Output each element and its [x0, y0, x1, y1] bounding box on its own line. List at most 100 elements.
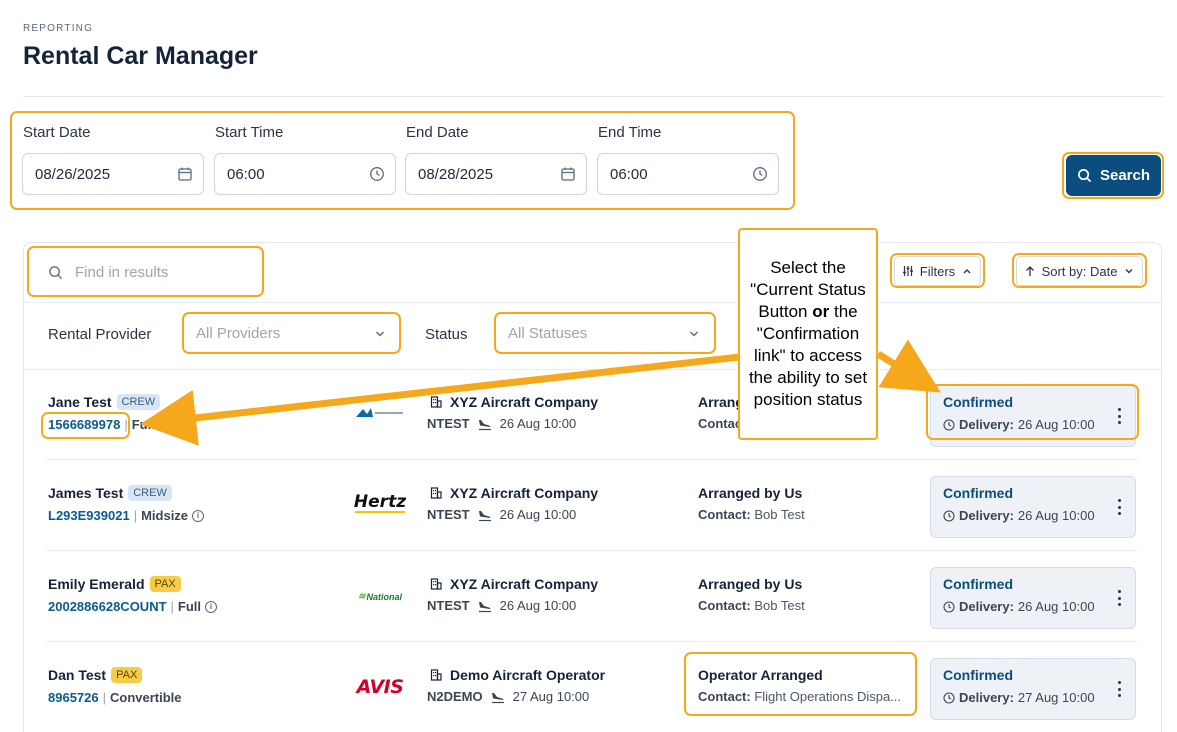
search-button[interactable]: Search — [1066, 155, 1161, 196]
calendar-icon[interactable] — [560, 166, 576, 182]
arranged-by: Arranged by Us — [698, 576, 803, 592]
tail-number: NTEST — [427, 598, 470, 613]
info-icon[interactable]: i — [192, 509, 205, 522]
status-select-value: All Statuses — [508, 325, 588, 342]
provider-select-value: All Providers — [196, 325, 281, 342]
row-divider — [47, 459, 1137, 460]
callout-text: Select the "Current Status Button or the… — [746, 257, 870, 411]
passenger-name: Dan Test PAX — [48, 667, 143, 683]
contact-info: Contact: Bob Test — [698, 598, 805, 613]
passenger-name-text: Jane Test — [48, 394, 112, 410]
reservation-details: 8965726 | Convertible — [48, 690, 182, 705]
role-badge: CREW — [128, 485, 172, 501]
delivery-info: Delivery: 26 Aug 10:00 — [943, 417, 1095, 432]
more-options-icon[interactable] — [1117, 408, 1121, 424]
confirmation-link[interactable]: 1566689978 — [48, 417, 120, 432]
rental-provider-label: Rental Provider — [48, 326, 152, 343]
contact-name: Flight Operations Dispa... — [754, 689, 902, 704]
delivery-label: Delivery: — [959, 508, 1014, 523]
more-options-icon[interactable] — [1117, 681, 1121, 697]
end-date-input[interactable]: 08/28/2025 — [405, 153, 587, 195]
more-options-icon[interactable] — [1117, 590, 1121, 606]
page-eyebrow: REPORTING — [23, 23, 94, 34]
delivery-time: 27 Aug 10:00 — [1017, 690, 1095, 705]
start-time-label: Start Time — [215, 124, 284, 141]
role-badge: CREW — [116, 394, 161, 410]
search-icon — [1078, 169, 1092, 183]
arranged-by: Arranged by Us — [698, 485, 803, 501]
end-time-input[interactable]: 06:00 — [597, 153, 779, 195]
rental-provider-logo: ≋ National — [355, 591, 405, 602]
car-class: Convertible — [110, 690, 182, 705]
flight-time: 26 Aug 10:00 — [499, 416, 577, 431]
confirmation-link[interactable]: 2002886628COUNT — [48, 599, 167, 614]
confirmation-link[interactable]: 8965726 — [48, 690, 99, 705]
passenger-name-text: Dan Test — [48, 667, 107, 683]
building-icon — [430, 396, 442, 408]
rental-provider-logo: AVIS — [356, 676, 404, 698]
current-status-button[interactable]: Confirmed Delivery: 27 Aug 10:00 — [930, 658, 1136, 720]
more-options-icon[interactable] — [1117, 499, 1121, 515]
filters-button[interactable]: Filters — [894, 256, 981, 286]
provider-select[interactable]: All Providers — [184, 316, 398, 351]
search-icon — [49, 265, 63, 279]
start-time-input[interactable]: 06:00 — [214, 153, 396, 195]
rental-provider-logo — [355, 405, 405, 421]
contact-label: Contact: — [698, 598, 751, 613]
role-badge: PAX — [149, 576, 181, 592]
building-icon — [430, 487, 442, 499]
chevron-down-icon — [690, 331, 698, 336]
current-status-button[interactable]: Confirmed Delivery: 26 Aug 10:00 — [930, 385, 1136, 447]
flight-time: 26 Aug 10:00 — [499, 507, 577, 522]
contact-label: Contact: — [698, 689, 751, 704]
plane-landing-icon — [478, 601, 491, 612]
passenger-name: Emily Emerald PAX — [48, 576, 181, 592]
role-badge: PAX — [111, 667, 143, 683]
operator-company: XYZ Aircraft Company — [430, 394, 598, 410]
operator-company: Demo Aircraft Operator — [430, 667, 605, 683]
start-date-input[interactable]: 08/26/2025 — [22, 153, 204, 195]
car-class: Full — [177, 599, 202, 614]
delivery-label: Delivery: — [959, 417, 1014, 432]
clock-icon[interactable] — [752, 166, 768, 182]
find-placeholder: Find in results — [75, 263, 169, 281]
status-text: Confirmed — [943, 667, 1013, 683]
calendar-icon[interactable] — [177, 166, 193, 182]
separator: | — [133, 508, 138, 523]
company-name: Demo Aircraft Operator — [450, 667, 606, 683]
reservation-details: L293E939021 | Midsize i — [48, 508, 205, 523]
status-text: Confirmed — [943, 576, 1013, 592]
plane-landing-icon — [491, 692, 504, 703]
passenger-name: Jane Test CREW — [48, 394, 161, 410]
clock-icon[interactable] — [369, 166, 385, 182]
delivery-label: Delivery: — [959, 690, 1014, 705]
find-in-results-input[interactable]: Find in results — [31, 250, 259, 294]
reservation-details: 2002886628COUNT | Full i — [48, 599, 218, 614]
current-status-button[interactable]: Confirmed Delivery: 26 Aug 10:00 — [930, 476, 1136, 538]
sort-by-label: Sort by: Date — [1041, 263, 1118, 279]
filters-button-label: Filters — [919, 263, 956, 279]
delivery-time: 26 Aug 10:00 — [1017, 417, 1095, 432]
info-icon[interactable]: i — [205, 600, 218, 613]
page-title: Rental Car Manager — [23, 42, 258, 70]
flight-info: NTEST 26 Aug 10:00 — [427, 507, 576, 522]
end-date-value: 08/28/2025 — [418, 165, 494, 183]
national-logo-text: National — [366, 591, 403, 602]
contact-label: Contact: — [698, 416, 738, 431]
current-status-button[interactable]: Confirmed Delivery: 26 Aug 10:00 — [930, 567, 1136, 629]
confirmation-link[interactable]: L293E939021 — [48, 508, 130, 523]
status-text: Confirmed — [943, 485, 1013, 501]
status-select[interactable]: All Statuses — [496, 316, 712, 351]
start-date-value: 08/26/2025 — [35, 165, 111, 183]
tail-number: NTEST — [427, 507, 470, 522]
clock-icon — [943, 418, 955, 431]
contact-info: Contact: Bob Test — [698, 507, 805, 522]
plane-landing-icon — [478, 510, 491, 521]
separator: | — [124, 417, 128, 432]
contact-info: Contact: Flight Operations Dispa... — [698, 689, 908, 704]
contact-info: Contact: — [698, 416, 738, 431]
sort-by-button[interactable]: Sort by: Date — [1016, 256, 1143, 286]
rental-provider-logo: Hertz — [353, 492, 407, 513]
reservation-details: 1566689978 | Full — [48, 417, 155, 432]
arrow-up-icon — [1025, 266, 1034, 276]
